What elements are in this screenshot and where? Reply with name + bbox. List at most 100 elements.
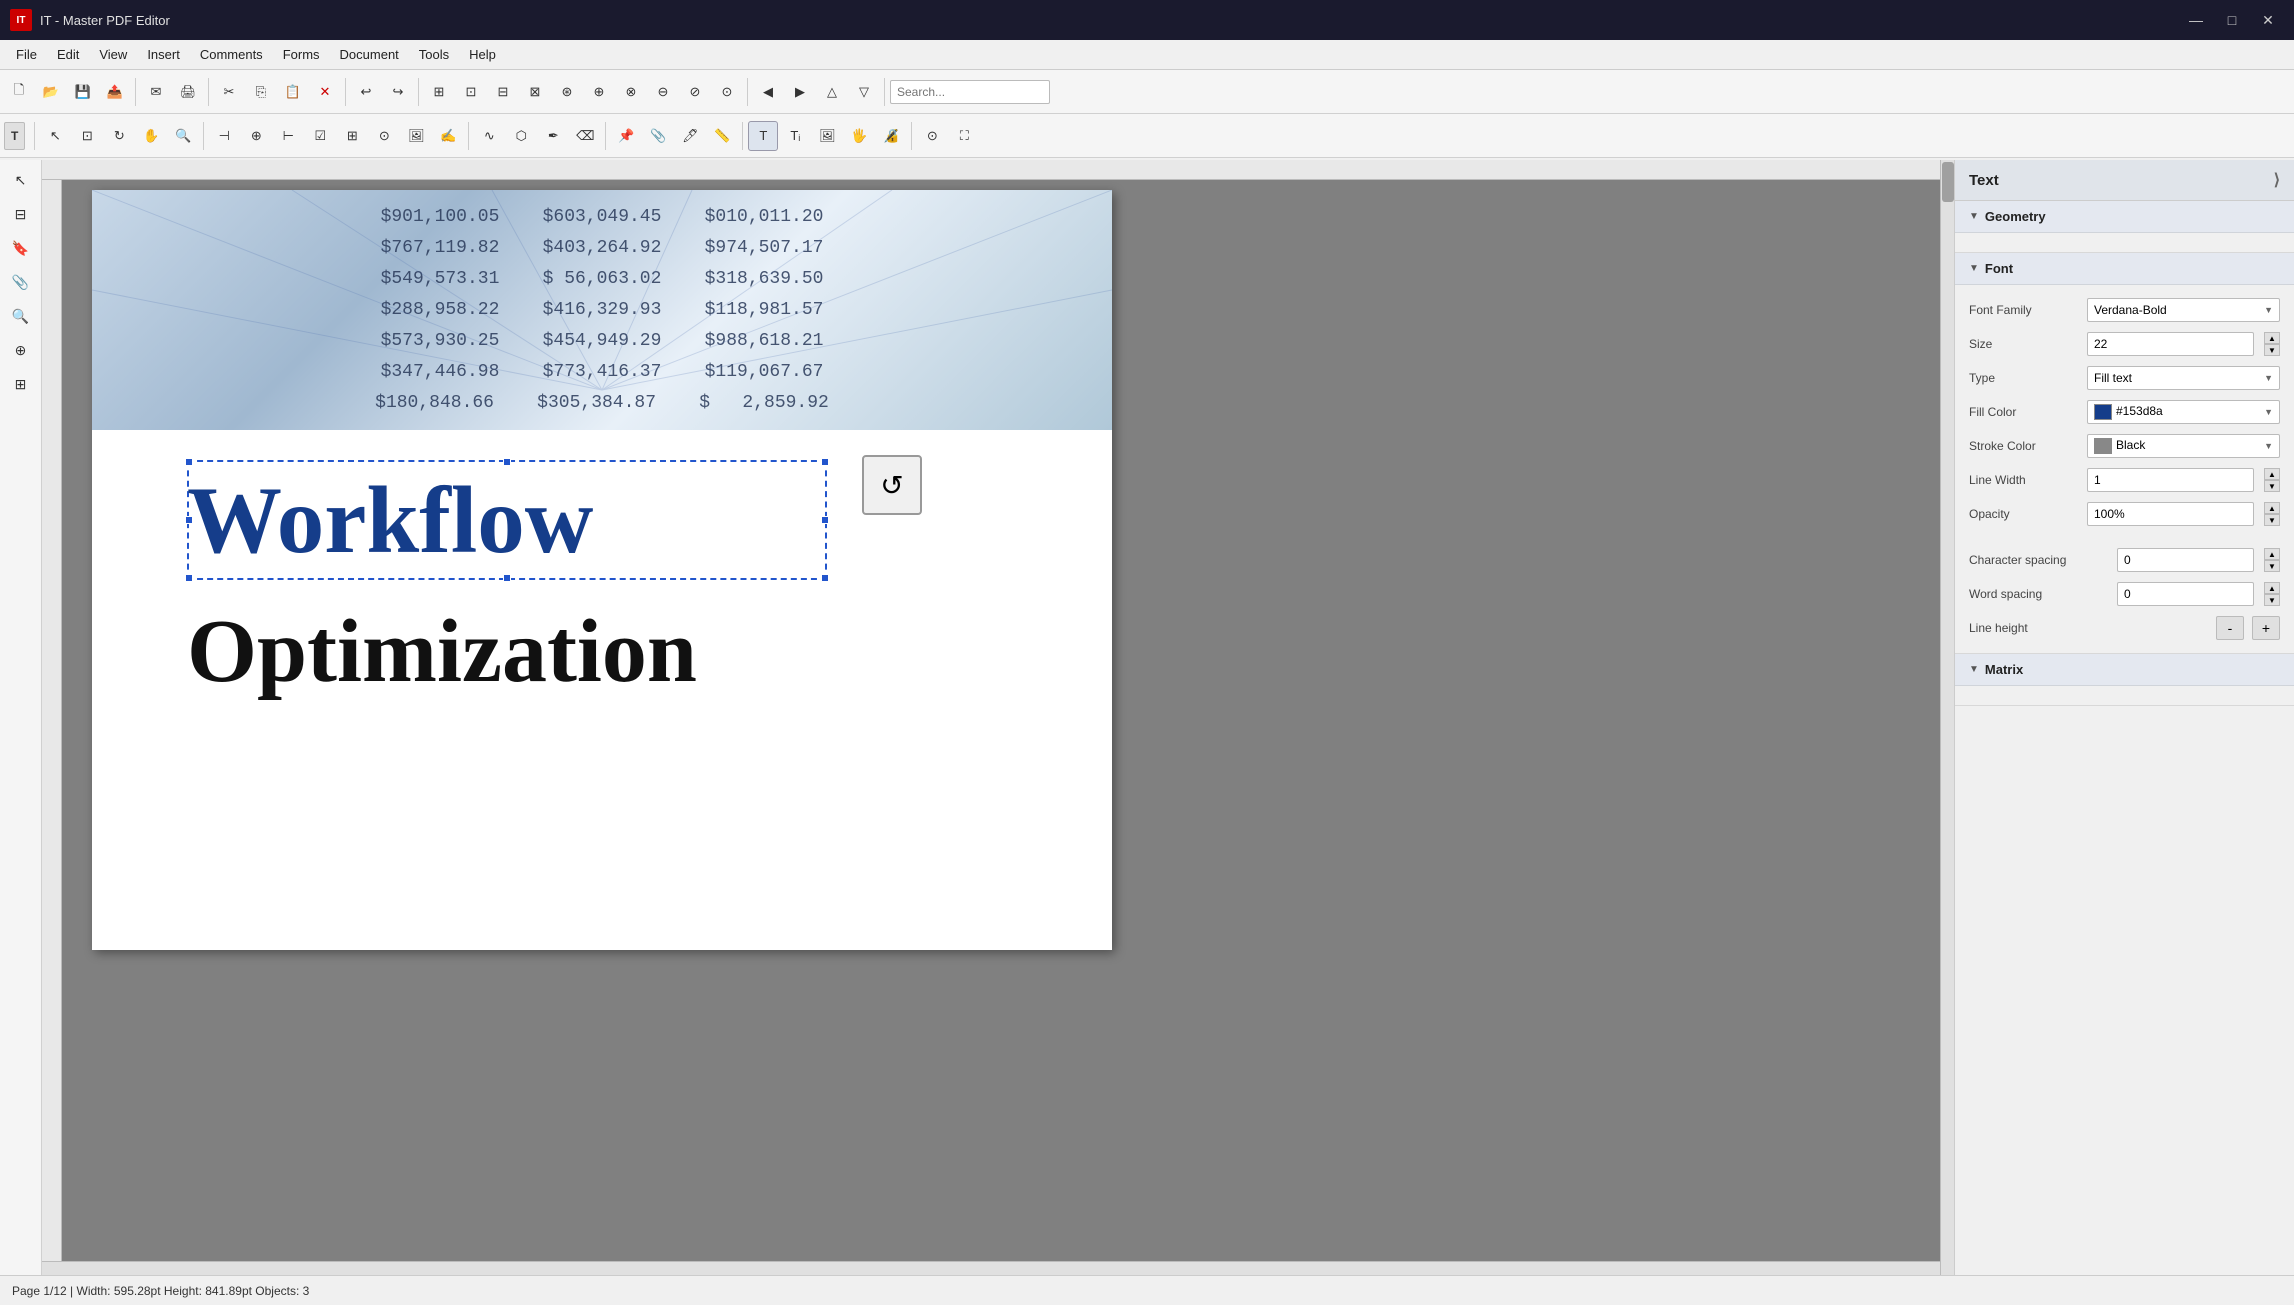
menu-comments[interactable]: Comments	[190, 43, 273, 66]
annot2-tool[interactable]: 📎	[643, 121, 673, 151]
close-button[interactable]: ✕	[2252, 8, 2284, 32]
zoom-custom-tool[interactable]: ⊙	[917, 121, 947, 151]
opacity-spinner[interactable]: ▲ ▼	[2264, 502, 2280, 526]
line-width-down-button[interactable]: ▼	[2264, 480, 2280, 492]
stamp-tool[interactable]: 🔏	[876, 121, 906, 151]
menu-view[interactable]: View	[89, 43, 137, 66]
matrix-section-header[interactable]: ▼ Matrix	[1955, 654, 2294, 686]
lt-layers[interactable]: ⊕	[5, 334, 37, 366]
full-screen-tool[interactable]: ⛶	[949, 121, 979, 151]
opacity-up-button[interactable]: ▲	[2264, 502, 2280, 514]
tb-btn9[interactable]: ⊘	[680, 77, 710, 107]
menu-forms[interactable]: Forms	[273, 43, 330, 66]
maximize-button[interactable]: □	[2216, 8, 2248, 32]
copy-button[interactable]: ⎘	[246, 77, 276, 107]
lt-select[interactable]: ↖	[5, 164, 37, 196]
lt-pages[interactable]: ⊟	[5, 198, 37, 230]
pen-tool[interactable]: ✒	[538, 121, 568, 151]
tb-btn2[interactable]: ⊡	[456, 77, 486, 107]
tb-btn1[interactable]: ⊞	[424, 77, 454, 107]
size-up-button[interactable]: ▲	[2264, 332, 2280, 344]
paste-button[interactable]: 📋	[278, 77, 308, 107]
hand2-tool[interactable]: 🖐	[844, 121, 874, 151]
size-down-button[interactable]: ▼	[2264, 344, 2280, 356]
tb-btn5[interactable]: ⊛	[552, 77, 582, 107]
text-edit-tool[interactable]: T	[748, 121, 778, 151]
handle-bottom-center[interactable]	[503, 574, 511, 582]
lt-search[interactable]: 🔍	[5, 300, 37, 332]
next-page-button[interactable]: ▶	[785, 77, 815, 107]
align-right-tool[interactable]: ⊢	[273, 121, 303, 151]
optimization-text[interactable]: Optimization	[187, 600, 697, 703]
new-button[interactable]: 🗋	[4, 77, 34, 107]
menu-tools[interactable]: Tools	[409, 43, 459, 66]
cut-button[interactable]: ✂	[214, 77, 244, 107]
line-width-up-button[interactable]: ▲	[2264, 468, 2280, 480]
lt-annot[interactable]: 📎	[5, 266, 37, 298]
lt-bookmark[interactable]: 🔖	[5, 232, 37, 264]
menu-help[interactable]: Help	[459, 43, 506, 66]
handle-bottom-left[interactable]	[185, 574, 193, 582]
zoom-in-tool[interactable]: 🔍	[168, 121, 198, 151]
select-tool[interactable]: ↖	[40, 121, 70, 151]
save-as-button[interactable]: 📤	[100, 77, 130, 107]
char-spacing-down-button[interactable]: ▼	[2264, 560, 2280, 572]
tb-btn8[interactable]: ⊖	[648, 77, 678, 107]
prev-page2-button[interactable]: △	[817, 77, 847, 107]
size-spinner[interactable]: ▲ ▼	[2264, 332, 2280, 356]
redo-button[interactable]: ↪	[383, 77, 413, 107]
rotate-handle[interactable]: ↺	[862, 455, 922, 515]
check-tool[interactable]: ☑	[305, 121, 335, 151]
print-button[interactable]: 🖨	[173, 77, 203, 107]
pan-tool[interactable]: ✋	[136, 121, 166, 151]
stroke-color-dropdown[interactable]: Black ▼	[2087, 434, 2280, 458]
align-left-tool[interactable]: ⊣	[209, 121, 239, 151]
search-input[interactable]	[890, 80, 1050, 104]
word-spacing-spinner[interactable]: ▲ ▼	[2264, 582, 2280, 606]
line-height-plus-button[interactable]: +	[2252, 616, 2280, 640]
scroll-thumb-v[interactable]	[1942, 162, 1954, 202]
email-button[interactable]: ✉	[141, 77, 171, 107]
img2-tool[interactable]: 🖼	[812, 121, 842, 151]
ruler-tool[interactable]: 📏	[707, 121, 737, 151]
sign-tool[interactable]: ✍	[433, 121, 463, 151]
delete-button[interactable]: ✕	[310, 77, 340, 107]
opacity-down-button[interactable]: ▼	[2264, 514, 2280, 526]
open-button[interactable]: 📂	[36, 77, 66, 107]
tb-btn7[interactable]: ⊗	[616, 77, 646, 107]
fill-color-dropdown[interactable]: #153d8a ▼	[2087, 400, 2280, 424]
geometry-section-header[interactable]: ▼ Geometry	[1955, 201, 2294, 233]
rotate-tool[interactable]: ↻	[104, 121, 134, 151]
line-height-minus-button[interactable]: -	[2216, 616, 2244, 640]
image-tool[interactable]: 🖼	[401, 121, 431, 151]
align-center-tool[interactable]: ⊕	[241, 121, 271, 151]
path-tool[interactable]: ⬡	[506, 121, 536, 151]
handle-top-right[interactable]	[821, 458, 829, 466]
menu-insert[interactable]: Insert	[137, 43, 190, 66]
scrollbar-horizontal[interactable]	[42, 1261, 1940, 1275]
tb-btn4[interactable]: ⊠	[520, 77, 550, 107]
minimize-button[interactable]: —	[2180, 8, 2212, 32]
crop-tool[interactable]: ⊡	[72, 121, 102, 151]
handle-middle-right[interactable]	[821, 516, 829, 524]
undo-button[interactable]: ↩	[351, 77, 381, 107]
font-section-header[interactable]: ▼ Font	[1955, 253, 2294, 285]
word-spacing-up-button[interactable]: ▲	[2264, 582, 2280, 594]
next-page2-button[interactable]: ▽	[849, 77, 879, 107]
lt-form[interactable]: ⊞	[5, 368, 37, 400]
text-img-tool[interactable]: Tᵢ	[780, 121, 810, 151]
btn-tool[interactable]: ⊙	[369, 121, 399, 151]
panel-pin-button[interactable]: ⟩	[2274, 170, 2280, 190]
curve-tool[interactable]: ∿	[474, 121, 504, 151]
annot1-tool[interactable]: 📌	[611, 121, 641, 151]
char-spacing-up-button[interactable]: ▲	[2264, 548, 2280, 560]
tb-btn3[interactable]: ⊟	[488, 77, 518, 107]
handle-bottom-right[interactable]	[821, 574, 829, 582]
type-dropdown[interactable]: Fill text ▼	[2087, 366, 2280, 390]
canvas-area[interactable]: $901,100.05 $603,049.45 $010,011.20 $767…	[42, 160, 1954, 1275]
word-spacing-down-button[interactable]: ▼	[2264, 594, 2280, 606]
scrollbar-vertical[interactable]	[1940, 160, 1954, 1275]
tb-btn10[interactable]: ⊙	[712, 77, 742, 107]
erase-tool[interactable]: ⌫	[570, 121, 600, 151]
color-pen-tool[interactable]: 🖊	[675, 121, 705, 151]
